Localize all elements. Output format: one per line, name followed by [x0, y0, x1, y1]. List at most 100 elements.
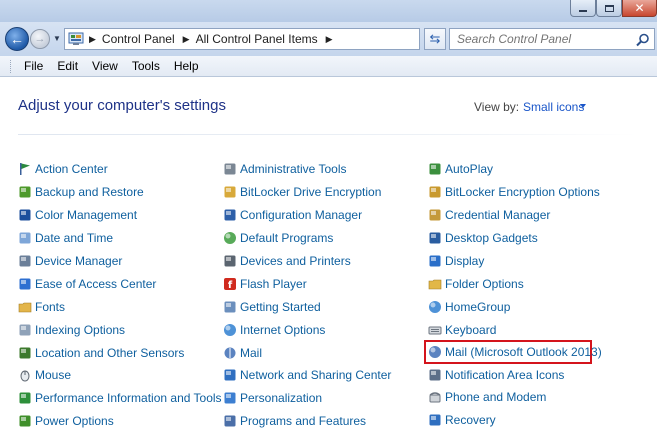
maximize-icon	[604, 4, 614, 12]
control-panel-item-label: Date and Time	[35, 231, 114, 246]
address-bar[interactable]: ▶ Control Panel ▶ All Control Panel Item…	[64, 28, 480, 50]
control-panel-item[interactable]: Desktop Gadgets	[428, 227, 600, 250]
control-panel-item[interactable]: Folder Options	[428, 272, 600, 295]
personalization-icon	[223, 391, 237, 405]
forward-button[interactable]: →	[30, 29, 50, 49]
control-panel-item[interactable]: Color Management	[18, 204, 222, 227]
control-panel-item[interactable]: Credential Manager	[428, 204, 600, 227]
control-panel-item-label: Indexing Options	[35, 322, 126, 337]
back-button[interactable]: ←	[5, 27, 29, 51]
breadcrumb-separator-icon[interactable]: ▶	[87, 34, 102, 45]
control-panel-item[interactable]: Date and Time	[18, 227, 222, 250]
control-panel-item[interactable]: Indexing Options	[18, 318, 222, 341]
control-panel-item[interactable]: BitLocker Encryption Options	[428, 181, 600, 204]
control-panel-icon	[65, 29, 87, 49]
control-panel-item[interactable]: Device Manager	[18, 250, 222, 273]
control-panel-item-label: AutoPlay	[445, 162, 494, 177]
svg-text:f: f	[228, 280, 233, 291]
control-panel-item[interactable]: Keyboard	[428, 318, 600, 341]
items-column-3: AutoPlay BitLocker Encryption Options Cred…	[424, 158, 602, 432]
control-panel-item-label: Devices and Printers	[240, 254, 351, 268]
control-panel-item[interactable]: Performance Information and Tools	[18, 387, 222, 410]
admin-tools-icon	[223, 162, 237, 176]
control-panel-item[interactable]: HomeGroup	[428, 295, 600, 318]
menu-help[interactable]: Help	[167, 59, 206, 73]
control-panel-item-label: Device Manager	[35, 254, 123, 268]
control-panel-item[interactable]: Internet Options	[223, 318, 391, 341]
control-panel-item[interactable]: AutoPlay	[428, 158, 600, 181]
control-panel-item-label: Recovery	[445, 413, 496, 428]
chevron-down-icon[interactable]	[580, 104, 586, 108]
control-panel-item-label: HomeGroup	[445, 299, 511, 314]
menu-edit[interactable]: Edit	[50, 59, 85, 73]
control-panel-item[interactable]: Power Options	[18, 410, 222, 433]
performance-icon	[18, 391, 32, 405]
search-box[interactable]	[449, 28, 655, 50]
credential-icon	[428, 208, 442, 222]
view-by-dropdown[interactable]: Small icons	[523, 100, 584, 114]
maximize-button[interactable]	[596, 0, 622, 17]
control-panel-item-label: Mouse	[35, 368, 72, 383]
control-panel-item[interactable]: Configuration Manager	[223, 204, 391, 227]
control-panel-item[interactable]: Phone and Modem	[428, 386, 600, 409]
page-title: Adjust your computer's settings	[18, 97, 226, 114]
breadcrumb-all-items[interactable]: All Control Panel Items	[196, 32, 320, 46]
refresh-button[interactable]: ⇆	[424, 28, 446, 50]
control-panel-item[interactable]: Programs and Features	[223, 410, 391, 433]
breadcrumb-separator-icon[interactable]: ▶	[320, 34, 339, 45]
control-panel-item[interactable]: f Flash Player	[223, 272, 391, 295]
control-panel-item[interactable]: BitLocker Drive Encryption	[223, 181, 391, 204]
control-panel-item[interactable]: Notification Area Icons	[428, 363, 600, 386]
control-panel-item-label: Administrative Tools	[240, 162, 347, 177]
breadcrumb-control-panel[interactable]: Control Panel	[102, 32, 177, 46]
menu-tools[interactable]: Tools	[125, 59, 167, 73]
menu-file[interactable]: File	[17, 59, 50, 73]
control-panel-item[interactable]: Mail	[223, 341, 391, 364]
recent-pages-button[interactable]: ▼	[53, 34, 62, 43]
control-panel-item-label: Mail	[240, 345, 263, 360]
control-panel-item[interactable]: Devices and Printers	[223, 250, 391, 273]
homegroup-icon	[428, 300, 442, 314]
control-panel-item[interactable]: Network and Sharing Center	[223, 364, 391, 387]
search-icon[interactable]	[636, 33, 650, 47]
items-column-1: Action Center Backup and Restore Color Man…	[18, 158, 222, 433]
minimize-button[interactable]	[570, 0, 596, 17]
navigation-bar: ← → ▼ ▶ Control Panel ▶ All Control Pane…	[0, 22, 657, 56]
breadcrumb-separator-icon[interactable]: ▶	[177, 34, 196, 45]
control-panel-item-label: Color Management	[35, 208, 138, 223]
keyboard-icon	[428, 323, 442, 337]
control-panel-item[interactable]: Recovery	[428, 409, 600, 432]
control-panel-item[interactable]: Backup and Restore	[18, 181, 222, 204]
control-panel-item[interactable]: Default Programs	[223, 227, 391, 250]
network-icon	[223, 368, 237, 382]
control-panel-item[interactable]: Location and Other Sensors	[18, 341, 222, 364]
menu-bar: File Edit View Tools Help	[0, 56, 657, 77]
control-panel-item-label: BitLocker Drive Encryption	[240, 185, 382, 200]
control-panel-item[interactable]: Display	[428, 250, 600, 273]
divider	[18, 134, 638, 135]
control-panel-item[interactable]: Action Center	[18, 158, 222, 181]
mail-icon	[223, 346, 237, 360]
control-panel-item[interactable]: Mail (Microsoft Outlook 2013)	[424, 340, 602, 365]
control-panel-item[interactable]: Getting Started	[223, 295, 391, 318]
fonts-folder-icon	[18, 300, 32, 314]
search-input[interactable]	[450, 32, 630, 46]
control-panel-item-label: Configuration Manager	[240, 208, 363, 223]
control-panel-item[interactable]: Mouse	[18, 364, 222, 387]
refresh-icon: ⇆	[429, 31, 441, 46]
control-panel-item-label: Default Programs	[240, 231, 334, 246]
device-manager-icon	[18, 254, 32, 268]
control-panel-item-label: Location and Other Sensors	[35, 345, 185, 360]
printer-icon	[223, 254, 237, 268]
control-panel-item-label: Keyboard	[445, 322, 497, 337]
menu-view[interactable]: View	[85, 59, 125, 73]
content-pane: Adjust your computer's settings View by:…	[0, 78, 657, 433]
control-panel-item[interactable]: Ease of Access Center	[18, 272, 222, 295]
view-by-label: View by:	[474, 100, 520, 114]
chevron-down-icon: ▼	[53, 34, 61, 43]
control-panel-item[interactable]: Administrative Tools	[223, 158, 391, 181]
control-panel-item[interactable]: Personalization	[223, 387, 391, 410]
control-panel-item[interactable]: Fonts	[18, 295, 222, 318]
close-button[interactable]: ✕	[622, 0, 657, 17]
recovery-icon	[428, 413, 442, 427]
